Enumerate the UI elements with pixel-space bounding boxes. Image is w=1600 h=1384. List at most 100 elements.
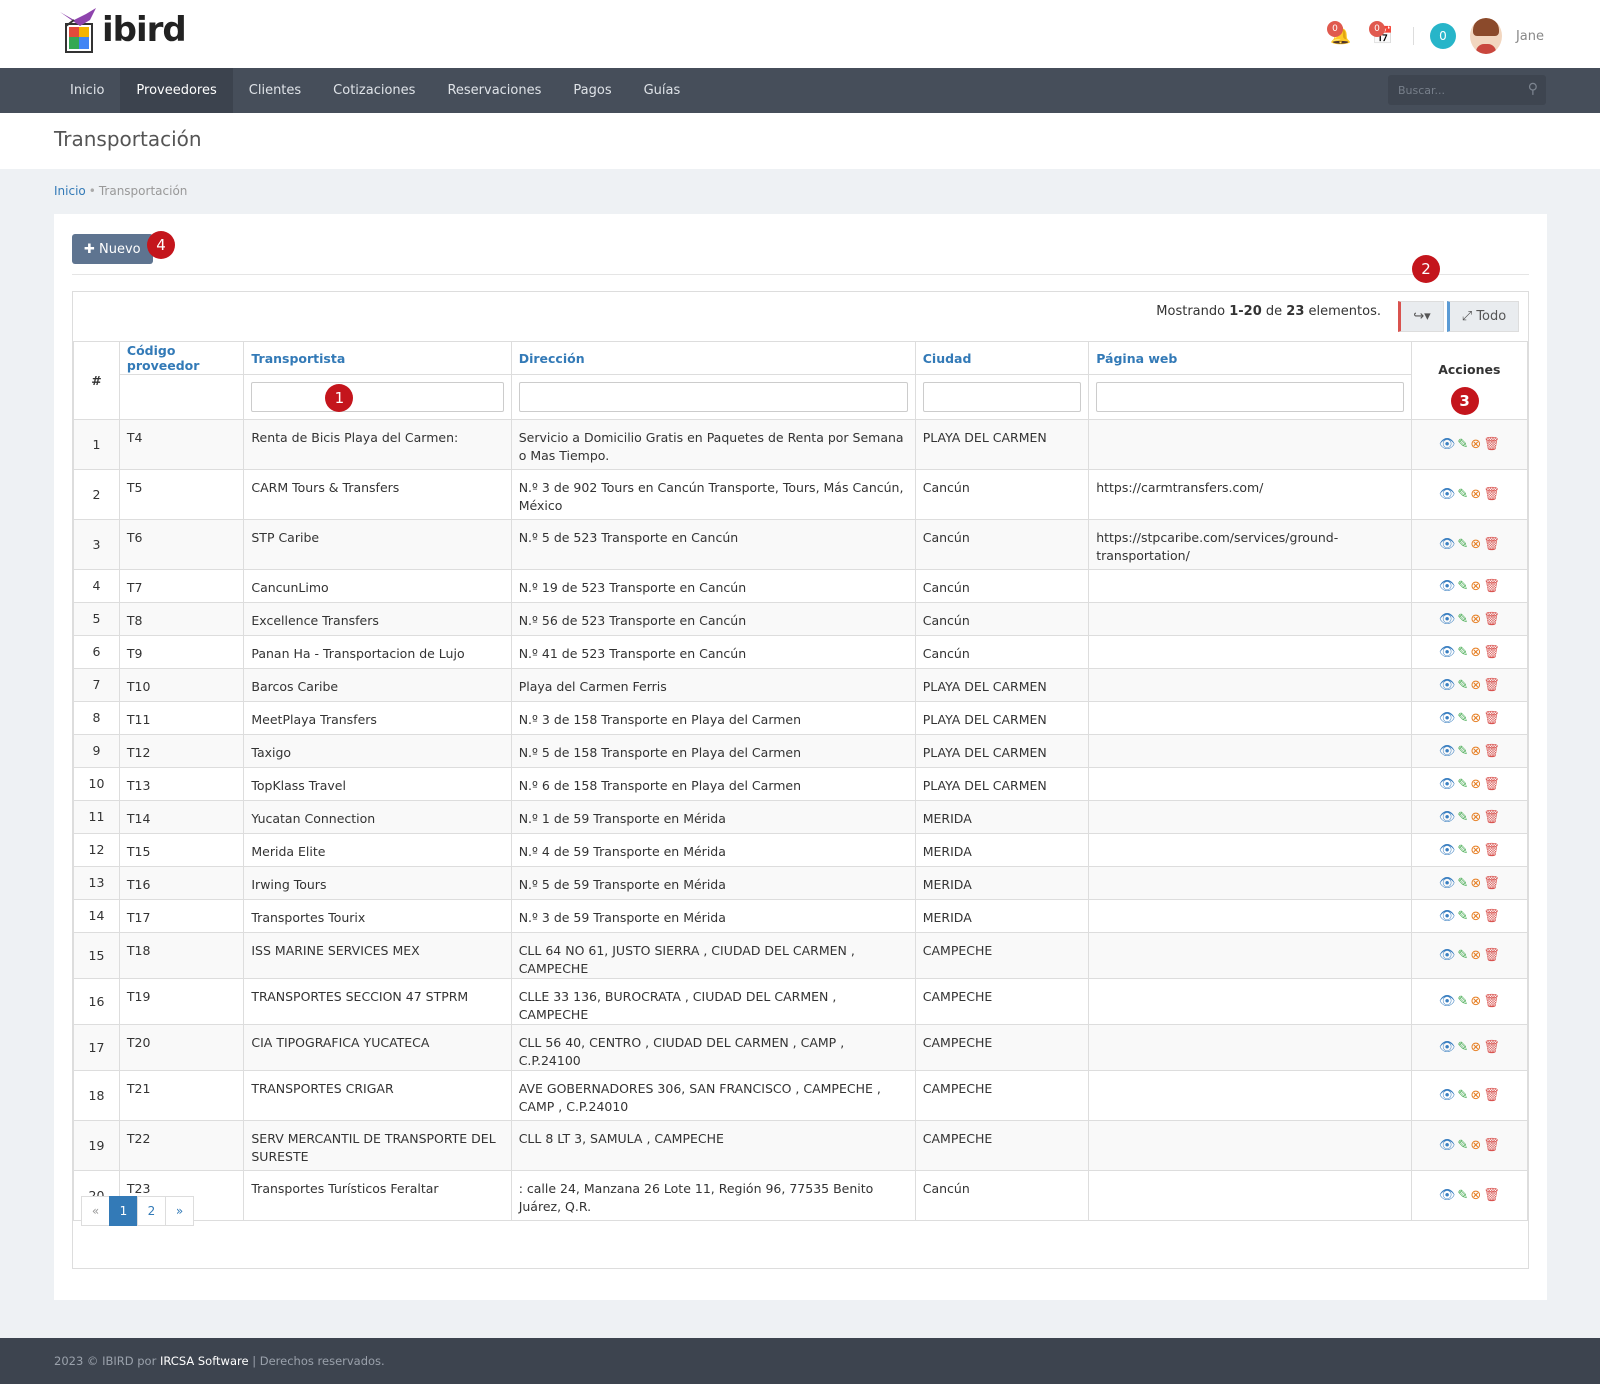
view-eye-icon[interactable]: 👁 [1439,908,1456,926]
filter-input-carrier[interactable] [251,382,504,412]
view-eye-icon[interactable]: 👁 [1439,809,1456,827]
col-header-carrier[interactable]: Transportista [243,341,512,375]
breadcrumb-home-link[interactable]: Inicio [54,184,86,198]
cancel-circle-icon[interactable]: ⊗ [1470,947,1481,965]
view-eye-icon[interactable]: 👁 [1439,710,1456,728]
filter-input-website[interactable] [1096,382,1404,412]
view-eye-icon[interactable]: 👁 [1439,1039,1456,1057]
edit-pencil-icon[interactable]: ✎ [1457,611,1468,629]
view-eye-icon[interactable]: 👁 [1439,1087,1456,1105]
notifications-bell-icon[interactable]: 🔔 0 [1326,21,1355,51]
delete-trash-icon[interactable]: 🗑 [1483,578,1500,596]
edit-pencil-icon[interactable]: ✎ [1457,644,1468,662]
cancel-circle-icon[interactable]: ⊗ [1470,1039,1481,1057]
edit-pencil-icon[interactable]: ✎ [1457,710,1468,728]
pagination-page-2[interactable]: 2 [137,1196,166,1226]
pagination-prev[interactable]: « [81,1196,110,1226]
col-header-address[interactable]: Dirección [510,341,916,375]
view-eye-icon[interactable]: 👁 [1439,743,1456,761]
cancel-circle-icon[interactable]: ⊗ [1470,578,1481,596]
delete-trash-icon[interactable]: 🗑 [1483,809,1500,827]
filter-input-address[interactable] [518,382,908,412]
delete-trash-icon[interactable]: 🗑 [1483,677,1500,695]
nav-item-clientes[interactable]: Clientes [233,68,317,113]
cancel-circle-icon[interactable]: ⊗ [1470,1187,1481,1205]
cancel-circle-icon[interactable]: ⊗ [1470,611,1481,629]
edit-pencil-icon[interactable]: ✎ [1457,536,1468,554]
nav-item-proveedores[interactable]: Proveedores [120,68,233,113]
show-all-button[interactable]: ⤢ Todo [1447,301,1519,332]
cancel-circle-icon[interactable]: ⊗ [1470,875,1481,893]
delete-trash-icon[interactable]: 🗑 [1483,908,1500,926]
cancel-circle-icon[interactable]: ⊗ [1470,743,1481,761]
nav-item-inicio[interactable]: Inicio [54,68,120,113]
edit-pencil-icon[interactable]: ✎ [1457,875,1468,893]
view-eye-icon[interactable]: 👁 [1439,486,1456,504]
cancel-circle-icon[interactable]: ⊗ [1470,776,1481,794]
edit-pencil-icon[interactable]: ✎ [1457,578,1468,596]
new-button[interactable]: ✚ Nuevo [72,234,153,264]
cancel-circle-icon[interactable]: ⊗ [1470,1087,1481,1105]
delete-trash-icon[interactable]: 🗑 [1483,842,1500,860]
view-eye-icon[interactable]: 👁 [1439,677,1456,695]
delete-trash-icon[interactable]: 🗑 [1483,536,1500,554]
delete-trash-icon[interactable]: 🗑 [1483,743,1500,761]
cancel-circle-icon[interactable]: ⊗ [1470,993,1481,1011]
edit-pencil-icon[interactable]: ✎ [1457,677,1468,695]
delete-trash-icon[interactable]: 🗑 [1483,1087,1500,1105]
cancel-circle-icon[interactable]: ⊗ [1470,436,1481,454]
edit-pencil-icon[interactable]: ✎ [1457,1187,1468,1205]
edit-pencil-icon[interactable]: ✎ [1457,809,1468,827]
col-header-website[interactable]: Página web [1088,341,1412,375]
edit-pencil-icon[interactable]: ✎ [1457,436,1468,454]
edit-pencil-icon[interactable]: ✎ [1457,947,1468,965]
delete-trash-icon[interactable]: 🗑 [1483,644,1500,662]
view-eye-icon[interactable]: 👁 [1439,1187,1456,1205]
cell-website[interactable]: https://stpcaribe.com/services/ground-tr… [1088,519,1412,570]
cart-count-badge[interactable]: 0 [1429,23,1456,49]
view-eye-icon[interactable]: 👁 [1439,536,1456,554]
cancel-circle-icon[interactable]: ⊗ [1470,486,1481,504]
edit-pencil-icon[interactable]: ✎ [1457,1039,1468,1057]
user-avatar[interactable] [1469,18,1502,54]
col-header-city[interactable]: Ciudad [914,341,1090,375]
edit-pencil-icon[interactable]: ✎ [1457,486,1468,504]
delete-trash-icon[interactable]: 🗑 [1483,776,1500,794]
view-eye-icon[interactable]: 👁 [1439,993,1456,1011]
cancel-circle-icon[interactable]: ⊗ [1470,644,1481,662]
view-eye-icon[interactable]: 👁 [1439,1137,1456,1155]
view-eye-icon[interactable]: 👁 [1439,875,1456,893]
edit-pencil-icon[interactable]: ✎ [1457,993,1468,1011]
delete-trash-icon[interactable]: 🗑 [1483,710,1500,728]
cancel-circle-icon[interactable]: ⊗ [1470,536,1481,554]
footer-brand-link[interactable]: IRCSA Software [160,1354,249,1368]
cancel-circle-icon[interactable]: ⊗ [1470,908,1481,926]
calendar-icon[interactable]: 📅 0 [1368,21,1397,51]
delete-trash-icon[interactable]: 🗑 [1483,875,1500,893]
edit-pencil-icon[interactable]: ✎ [1457,1137,1468,1155]
search-input[interactable] [1388,75,1546,105]
delete-trash-icon[interactable]: 🗑 [1483,1137,1500,1155]
col-header-code[interactable]: Código proveedor [118,341,245,375]
delete-trash-icon[interactable]: 🗑 [1483,1187,1500,1205]
delete-trash-icon[interactable]: 🗑 [1483,486,1500,504]
view-eye-icon[interactable]: 👁 [1439,436,1456,454]
delete-trash-icon[interactable]: 🗑 [1483,947,1500,965]
edit-pencil-icon[interactable]: ✎ [1457,908,1468,926]
cancel-circle-icon[interactable]: ⊗ [1470,842,1481,860]
filter-input-city[interactable] [922,382,1082,412]
view-eye-icon[interactable]: 👁 [1439,611,1456,629]
view-eye-icon[interactable]: 👁 [1439,644,1456,662]
nav-item-pagos[interactable]: Pagos [557,68,627,113]
view-eye-icon[interactable]: 👁 [1439,947,1456,965]
nav-item-cotizaciones[interactable]: Cotizaciones [317,68,431,113]
nav-item-reservaciones[interactable]: Reservaciones [431,68,557,113]
delete-trash-icon[interactable]: 🗑 [1483,993,1500,1011]
delete-trash-icon[interactable]: 🗑 [1483,1039,1500,1057]
pagination-next[interactable]: » [165,1196,194,1226]
cancel-circle-icon[interactable]: ⊗ [1470,710,1481,728]
cancel-circle-icon[interactable]: ⊗ [1470,809,1481,827]
search-icon[interactable]: ⚲ [1528,81,1538,97]
delete-trash-icon[interactable]: 🗑 [1483,611,1500,629]
cancel-circle-icon[interactable]: ⊗ [1470,1137,1481,1155]
